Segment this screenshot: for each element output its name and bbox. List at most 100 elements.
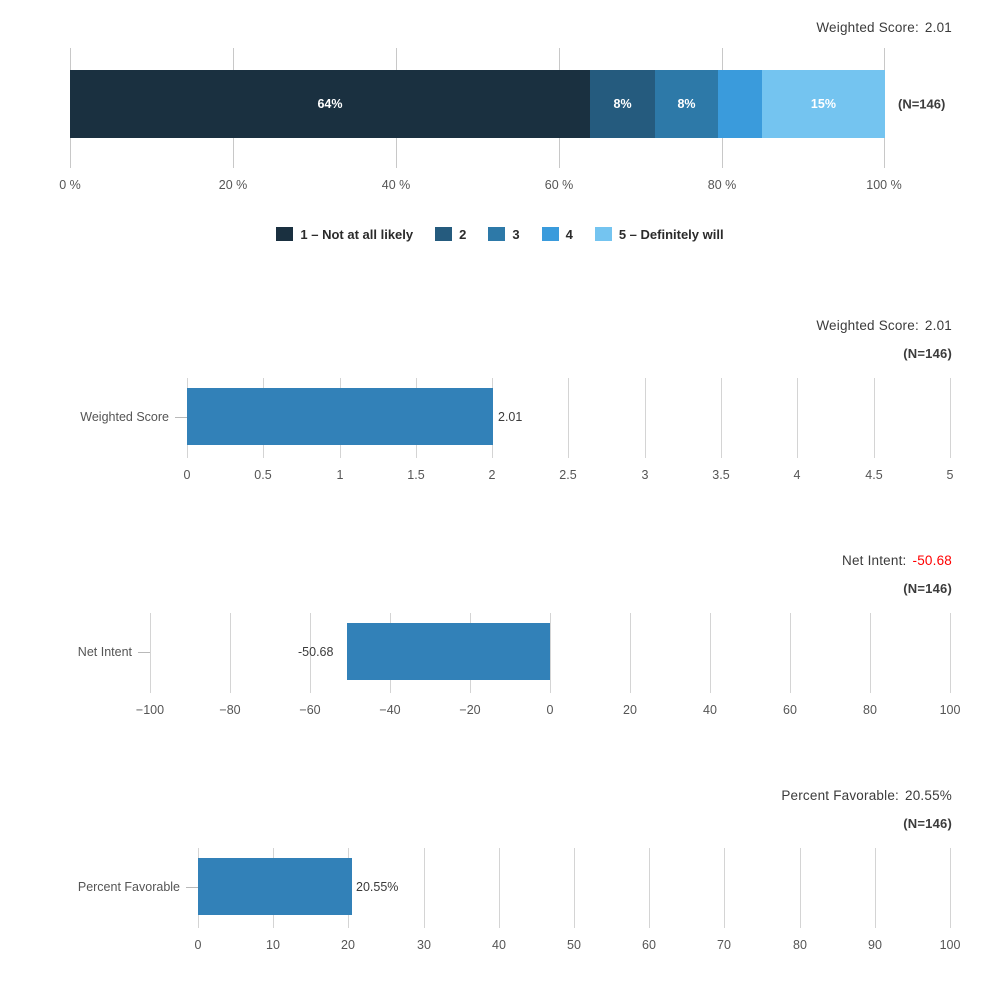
annotation-value: 2.01 bbox=[924, 20, 952, 35]
bar-value-net-intent: -50.68 bbox=[298, 645, 334, 659]
xtick-30: 30 bbox=[417, 938, 431, 952]
legend-item-1[interactable]: 1 – Not at all likely bbox=[276, 227, 413, 242]
annotation-label: Net Intent: bbox=[842, 553, 907, 568]
legend-label-4: 4 bbox=[565, 226, 573, 242]
xtick-70: 70 bbox=[717, 938, 731, 952]
annotation-percent-favorable: Percent Favorable: 20.55% bbox=[781, 788, 952, 803]
xtick-40: 40 bbox=[492, 938, 506, 952]
stack-segment-1[interactable]: 64% bbox=[70, 70, 590, 138]
stack-segment-3-label: 8% bbox=[677, 97, 696, 111]
xtick-0: 0 bbox=[194, 938, 202, 952]
gridline-40 bbox=[499, 848, 500, 928]
gridline--80 bbox=[230, 613, 231, 693]
stack-segment-3[interactable]: 8% bbox=[655, 70, 718, 138]
plot-area-percent-favorable: 20.55% Percent Favorable 0 10 20 30 40 5… bbox=[78, 848, 960, 952]
stack-segment-2[interactable]: 8% bbox=[589, 70, 656, 138]
gridline-70 bbox=[724, 848, 725, 928]
bar-value-weighted-score: 2.01 bbox=[498, 410, 523, 424]
stack-segment-2-label: 8% bbox=[613, 97, 632, 111]
chart-stacked-likelihood: Weighted Score: 2.01 64% 8% 8% 15% (N=14… bbox=[0, 0, 1000, 260]
annotation-value: 2.01 bbox=[924, 318, 952, 333]
xtick-80: 80 % bbox=[707, 178, 737, 192]
gridline-90 bbox=[875, 848, 876, 928]
xtick-4.5: 4.5 bbox=[865, 468, 883, 482]
legend-item-4[interactable]: 4 bbox=[541, 226, 573, 242]
plot-area-weighted-score: 2.01 Weighted Score 0 0.5 1 1.5 2 2.5 3 … bbox=[80, 378, 953, 482]
plot-area-net-intent: -50.68 Net Intent −100 −80 −60 −40 −20 0… bbox=[78, 613, 960, 717]
annotation-value: 20.55% bbox=[905, 788, 952, 803]
xtick-2: 2 bbox=[488, 468, 496, 482]
xtick-0: 0 bbox=[183, 468, 191, 482]
xtick-20: 20 bbox=[623, 703, 637, 717]
xtick-3: 3 bbox=[641, 468, 649, 482]
gridline-80 bbox=[870, 613, 871, 693]
legend-label-3: 3 bbox=[512, 226, 520, 242]
bar-weighted-score[interactable] bbox=[187, 388, 493, 445]
annotation-value: -50.68 bbox=[912, 553, 952, 568]
stack-segment-5[interactable]: 15% bbox=[761, 70, 885, 138]
xtick-5: 5 bbox=[946, 468, 954, 482]
category-label-net-intent: Net Intent bbox=[77, 645, 132, 659]
gridline-60 bbox=[649, 848, 650, 928]
gridline-100 bbox=[950, 848, 951, 928]
legend-item-3[interactable]: 3 bbox=[488, 226, 520, 242]
legend-likelihood: 1 – Not at all likely 2 3 4 5 – Definite… bbox=[0, 224, 1000, 244]
xtick--40: −40 bbox=[379, 703, 401, 717]
gridline-0 bbox=[550, 613, 551, 693]
xtick-10: 10 bbox=[266, 938, 280, 952]
category-label-percent-favorable: Percent Favorable bbox=[77, 880, 180, 894]
annotation-weighted-score-1: Weighted Score: 2.01 bbox=[816, 20, 952, 35]
xtick-0.5: 0.5 bbox=[254, 468, 272, 482]
legend-label-1: 1 – Not at all likely bbox=[300, 226, 414, 242]
legend-item-5[interactable]: 5 – Definitely will bbox=[594, 226, 724, 242]
xtick-40: 40 % bbox=[381, 178, 411, 192]
legend-swatch-3-icon bbox=[488, 227, 506, 241]
annotation-net-intent: Net Intent: -50.68 bbox=[842, 553, 952, 568]
legend-label-5: 5 – Definitely will bbox=[618, 226, 724, 242]
xtick-80: 80 bbox=[863, 703, 877, 717]
gridline-4.5 bbox=[874, 378, 875, 458]
xtick-100: 100 % bbox=[866, 178, 902, 192]
gridline-3.5 bbox=[721, 378, 722, 458]
legend-swatch-5-icon bbox=[594, 227, 612, 241]
gridline-80 bbox=[800, 848, 801, 928]
stack-segment-4[interactable] bbox=[717, 70, 762, 138]
xtick-100: 100 bbox=[939, 703, 961, 717]
category-tick-weighted-score bbox=[175, 417, 187, 418]
xtick--100: −100 bbox=[135, 703, 165, 717]
annotation-label: Weighted Score: bbox=[816, 20, 919, 35]
stack-segment-1-label: 64% bbox=[317, 97, 343, 111]
gridline-5 bbox=[950, 378, 951, 458]
stack-segment-5-label: 15% bbox=[810, 97, 836, 111]
stacked-bar[interactable]: 64% 8% 8% 15% bbox=[70, 70, 885, 138]
category-tick-net-intent bbox=[138, 652, 150, 653]
gridline-20 bbox=[630, 613, 631, 693]
xtick-80: 80 bbox=[793, 938, 807, 952]
plot-area-stacked: 64% 8% 8% 15% (N=146) 0 % 20 % 40 % 60 %… bbox=[59, 48, 945, 192]
gridline-4 bbox=[797, 378, 798, 458]
chart-net-intent: Net Intent: -50.68 (N=146) -50.68 Net Int… bbox=[0, 535, 1000, 725]
legend-swatch-4-icon bbox=[541, 227, 559, 241]
gridline-2.5 bbox=[568, 378, 569, 458]
sample-size-label-3: (N=146) bbox=[903, 581, 952, 596]
xtick-20: 20 % bbox=[218, 178, 248, 192]
bar-net-intent[interactable] bbox=[347, 623, 550, 680]
legend-item-2[interactable]: 2 bbox=[435, 227, 466, 242]
gridline-40 bbox=[710, 613, 711, 693]
gridline-3 bbox=[645, 378, 646, 458]
gridline-100 bbox=[950, 613, 951, 693]
gridline--100 bbox=[150, 613, 151, 693]
xtick-2.5: 2.5 bbox=[559, 468, 577, 482]
gridline-50 bbox=[574, 848, 575, 928]
xtick-60: 60 bbox=[642, 938, 656, 952]
bar-percent-favorable[interactable] bbox=[198, 858, 352, 915]
xtick-1: 1 bbox=[336, 468, 344, 482]
category-tick-percent-favorable bbox=[186, 887, 198, 888]
sample-size-label-2: (N=146) bbox=[903, 346, 952, 361]
xtick-20: 20 bbox=[341, 938, 355, 952]
xtick-90: 90 bbox=[868, 938, 882, 952]
xtick-0: 0 % bbox=[59, 178, 81, 192]
annotation-label: Weighted Score: bbox=[816, 318, 919, 333]
xtick--80: −80 bbox=[219, 703, 241, 717]
xtick-40: 40 bbox=[703, 703, 717, 717]
